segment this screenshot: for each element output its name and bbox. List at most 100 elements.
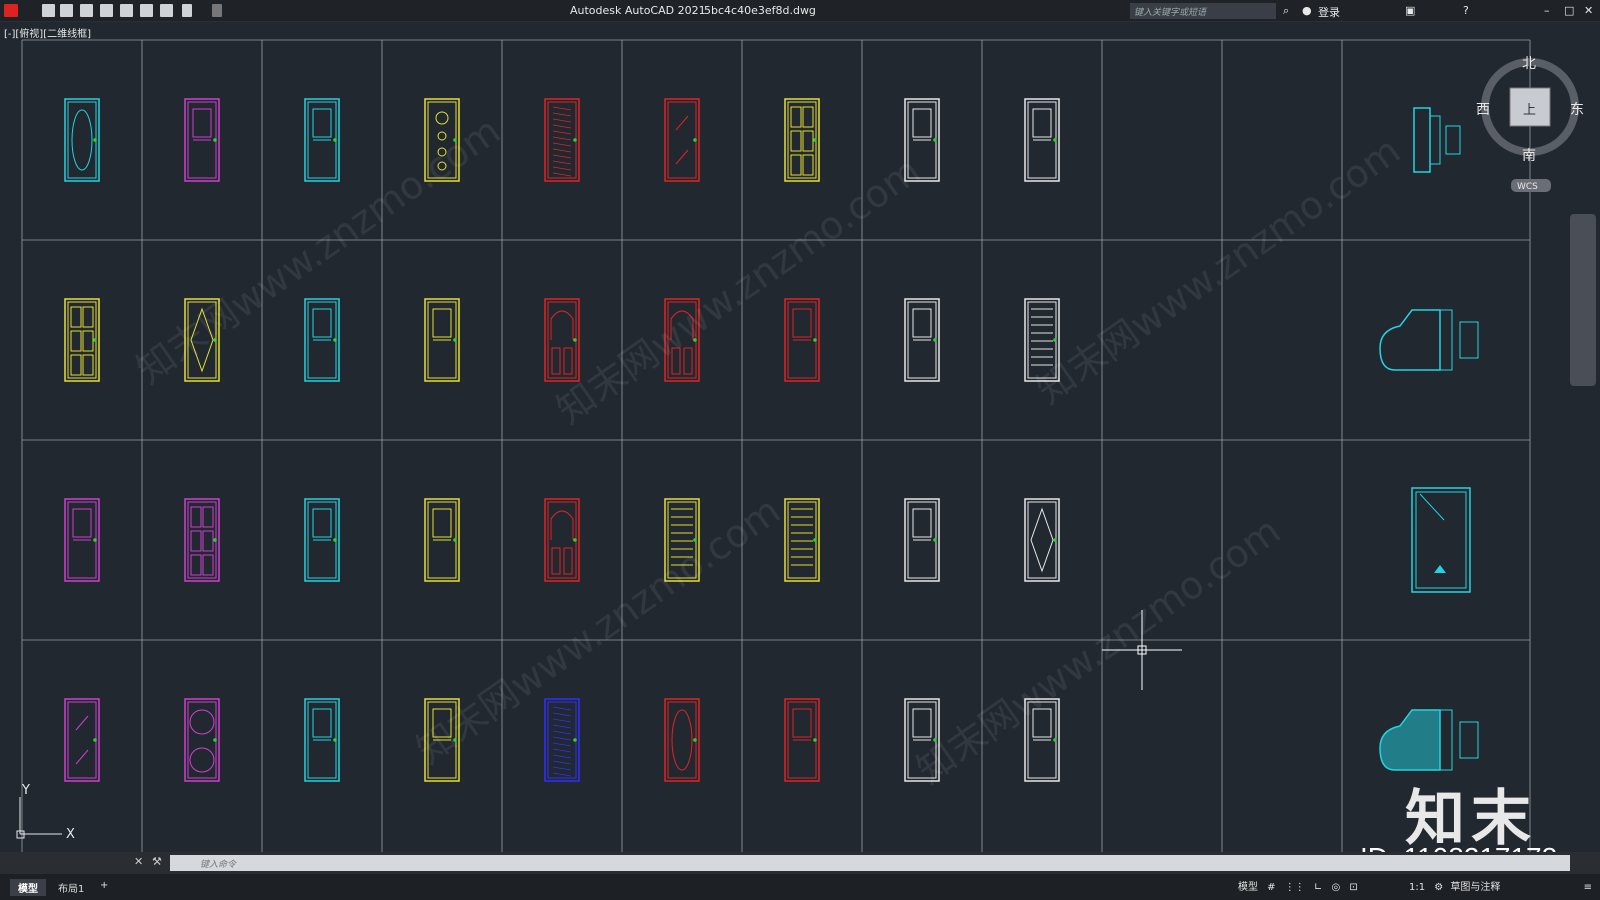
viewport-label[interactable]: [-][俯视][二维线框] (4, 25, 91, 40)
door-line (71, 109, 93, 171)
close-icon[interactable]: ✕ (1584, 4, 1593, 17)
side-block-line (1411, 487, 1471, 593)
door-block-stripe[interactable] (424, 498, 460, 582)
door-block-two-circle[interactable] (184, 698, 220, 782)
viewcube-south: 南 (1522, 148, 1536, 164)
door-line (1030, 507, 1054, 573)
search-input[interactable]: 键入关键字或短语 (1130, 3, 1276, 19)
door-line (333, 738, 337, 742)
search-icon[interactable]: ⌕ (1283, 4, 1289, 18)
osnap-icon[interactable]: ⊡ (1349, 882, 1357, 893)
door-block-scroll[interactable] (904, 498, 940, 582)
door-line (70, 330, 82, 352)
autocad-logo-icon[interactable] (4, 4, 18, 17)
door-block-grid-glass[interactable] (64, 298, 100, 382)
door-line (552, 112, 572, 117)
annotation-scale[interactable]: 1:1 (1409, 882, 1425, 893)
minimize-icon[interactable]: – (1544, 4, 1550, 17)
save-as-icon[interactable] (100, 4, 113, 17)
tab-model[interactable]: 模型 (10, 879, 46, 896)
door-line (552, 712, 572, 717)
side-block-grand-piano[interactable] (1379, 309, 1479, 371)
door-line (813, 338, 817, 342)
door-line (432, 308, 452, 338)
door-block-flush[interactable] (304, 98, 340, 182)
door-block-three-panel[interactable] (784, 298, 820, 382)
plot-icon[interactable] (120, 4, 133, 17)
door-line (432, 508, 452, 538)
door-line (667, 101, 697, 179)
door-block-vertical-slats[interactable] (784, 498, 820, 582)
publish-icon[interactable] (140, 4, 153, 17)
side-block-line (1434, 565, 1446, 573)
side-block-line (1439, 309, 1453, 371)
door-line (552, 730, 572, 735)
door-block-lattice[interactable] (904, 298, 940, 382)
door-block-six-panel[interactable] (184, 498, 220, 582)
side-block-grand-piano-hatch[interactable] (1379, 709, 1479, 771)
door-block-narrow[interactable] (64, 498, 100, 582)
customize-icon[interactable]: ⚒ (152, 855, 162, 868)
app-title: Autodesk AutoCAD 2021 (570, 4, 706, 17)
door-line (75, 749, 89, 765)
ortho-icon[interactable]: ∟ (1314, 882, 1322, 893)
door-block-ornate[interactable] (1024, 98, 1060, 182)
snap-icon[interactable]: ⋮⋮ (1285, 882, 1305, 893)
door-line (333, 538, 337, 542)
help-icon[interactable]: ? (1463, 4, 1469, 17)
tab-layout1[interactable]: 布局1 (50, 879, 92, 896)
door-block-frame-glass[interactable] (424, 298, 460, 382)
door-block-diagonal[interactable] (64, 698, 100, 782)
polar-icon[interactable]: ◎ (1331, 882, 1340, 893)
door-block-twin-glass[interactable] (784, 698, 820, 782)
door-block-six-panel[interactable] (784, 98, 820, 182)
door-block-wave[interactable] (304, 298, 340, 382)
redo-icon[interactable] (212, 4, 222, 17)
door-line (933, 138, 937, 142)
door-line (802, 106, 814, 128)
door-line (202, 554, 214, 576)
maximize-icon[interactable]: □ (1564, 4, 1574, 17)
door-block-oval-top[interactable] (664, 698, 700, 782)
command-input[interactable]: 键入命令 (170, 855, 1570, 871)
print-icon[interactable] (160, 4, 173, 17)
add-layout-button[interactable]: + (92, 879, 116, 892)
door-block-arch-grid[interactable] (544, 498, 580, 582)
door-line (82, 306, 94, 328)
close-command-icon[interactable]: ✕ (134, 855, 143, 868)
new-file-icon[interactable] (42, 4, 55, 17)
door-line (312, 108, 332, 138)
save-icon[interactable] (80, 4, 93, 17)
door-line (552, 724, 572, 729)
door-block-two-panel[interactable] (184, 98, 220, 182)
status-model-button[interactable]: 模型 (1238, 882, 1258, 893)
user-icon[interactable]: ● (1302, 4, 1312, 17)
workspace-gear-icon[interactable]: ⚙ (1434, 882, 1443, 893)
side-block-piano-top[interactable] (1413, 107, 1461, 173)
undo-icon[interactable] (182, 4, 192, 17)
open-file-icon[interactable] (60, 4, 73, 17)
door-line (552, 142, 572, 147)
door-block-diamond-x[interactable] (1024, 498, 1060, 582)
grid-icon[interactable]: # (1267, 882, 1275, 893)
side-block-billiard-table[interactable] (1411, 487, 1471, 593)
door-block-diagonal[interactable] (664, 98, 700, 182)
door-line (573, 138, 577, 142)
door-block-carved-blue[interactable] (544, 698, 580, 782)
door-line (550, 310, 574, 340)
door-line (912, 308, 932, 338)
door-line (312, 308, 332, 338)
door-line (93, 338, 97, 342)
door-line (547, 701, 577, 779)
door-block-curved-hatch[interactable] (304, 698, 340, 782)
door-line (552, 742, 572, 747)
door-block-oval-glass[interactable] (64, 98, 100, 182)
customize-menu-icon[interactable]: ≡ (1584, 882, 1592, 893)
door-block-carved[interactable] (544, 98, 580, 182)
login-link[interactable]: 登录 (1318, 4, 1340, 20)
workspace-switch[interactable]: 草图与注释 (1450, 882, 1500, 893)
door-line (573, 738, 577, 742)
door-line (1027, 501, 1057, 579)
cart-icon[interactable]: ▣ (1405, 4, 1415, 17)
door-block-flush-ornament[interactable] (304, 498, 340, 582)
